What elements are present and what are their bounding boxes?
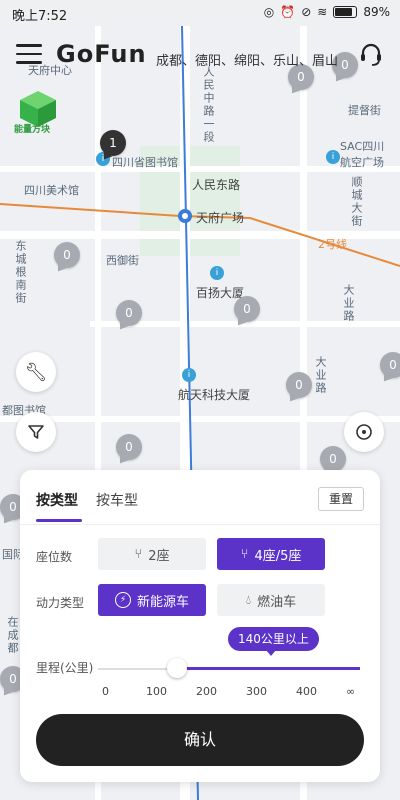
- locate-button[interactable]: [344, 412, 384, 452]
- map-label-vertical: 在成都: [6, 616, 19, 655]
- car-count-pin[interactable]: 0: [234, 296, 260, 322]
- filter-panel: 按类型 按车型 重置 座位数 ⑂ 2座 ⑂ 4座/5座 动力类型 ⚡ 新能源车 …: [20, 470, 380, 782]
- power-option-fuel[interactable]: 💧︎ 燃油车: [217, 584, 325, 616]
- range-tick: 100: [146, 685, 167, 698]
- fuel-drop-icon: 💧︎: [245, 592, 252, 608]
- map-label-vertical: 人民中路一段: [202, 66, 215, 144]
- seat-option-2[interactable]: ⑂ 2座: [98, 538, 206, 570]
- locate-icon: [356, 424, 372, 440]
- car-count-pin[interactable]: 0: [116, 300, 142, 326]
- map-label-vertical: 大业路: [342, 284, 355, 323]
- seat-option-label: 4座/5座: [254, 548, 302, 564]
- map-label-vertical: 大业路: [314, 356, 327, 395]
- status-bar: 晚上7:52 ◎ ⏰ ⊘ ≋ 89%: [0, 0, 400, 26]
- customer-service-icon[interactable]: [358, 42, 384, 68]
- map-label: 四川省图书馆: [112, 156, 178, 169]
- energy-cube-label: 能量方块: [14, 125, 51, 135]
- car-count-pin[interactable]: 0: [320, 446, 346, 472]
- car-count-pin[interactable]: 0: [54, 242, 80, 268]
- map-label: 西御街: [106, 254, 139, 267]
- map-label: 2号线: [318, 238, 347, 251]
- mute-icon: ⊘: [301, 5, 312, 19]
- battery-percent: 89%: [363, 5, 390, 19]
- range-tick: 200: [196, 685, 217, 698]
- car-count-pin[interactable]: 1: [100, 130, 126, 156]
- reset-button[interactable]: 重置: [318, 487, 364, 511]
- tab-by-model[interactable]: 按车型: [96, 490, 138, 510]
- gofun-logo: GoFun: [56, 40, 147, 68]
- map-label-vertical: 东城根南街: [14, 240, 27, 305]
- wifi-icon: ≋: [317, 5, 328, 19]
- range-slider-fill: [180, 667, 360, 670]
- car-count-pin[interactable]: 0: [380, 352, 400, 378]
- filter-button[interactable]: [16, 412, 56, 452]
- power-option-label: 燃油车: [257, 594, 297, 610]
- poi-icon: i: [182, 368, 196, 382]
- map-label: 人民东路: [192, 178, 241, 192]
- active-tab-indicator: [36, 519, 82, 522]
- seat-label: 座位数: [36, 550, 73, 564]
- power-type-label: 动力类型: [36, 596, 85, 610]
- tab-by-type[interactable]: 按类型: [36, 490, 78, 510]
- seat-icon: ⑂: [240, 546, 249, 562]
- menu-icon[interactable]: [16, 44, 42, 64]
- ev-icon: ⚡: [114, 592, 131, 608]
- wrench-icon: 🔧︎: [24, 361, 48, 383]
- map-label: 航天科技大厦: [178, 388, 251, 402]
- range-label: 里程(公里): [36, 661, 94, 675]
- car-count-pin[interactable]: 0: [116, 434, 142, 460]
- seat-icon: ⑂: [134, 546, 143, 562]
- power-option-ev[interactable]: ⚡ 新能源车: [98, 584, 206, 616]
- map-label: 百扬大厦: [196, 286, 245, 300]
- alarm-icon: ⏰: [280, 5, 296, 19]
- range-tick: 0: [102, 685, 109, 698]
- seat-option-4-5[interactable]: ⑂ 4座/5座: [217, 538, 325, 570]
- range-tick: 400: [296, 685, 317, 698]
- seat-option-label: 2座: [148, 548, 170, 564]
- divider: [20, 524, 380, 525]
- poi-icon: i: [210, 266, 224, 280]
- city-list: 成都、德阳、绵阳、乐山、眉山: [156, 54, 339, 69]
- map-label-vertical: 顺城大街: [350, 176, 363, 228]
- range-tick: ∞: [346, 685, 356, 698]
- filter-icon: [28, 425, 44, 439]
- status-time: 晚上7:52: [12, 9, 68, 24]
- power-option-label: 新能源车: [136, 594, 189, 610]
- map-label: 天府广场: [196, 211, 245, 225]
- nfc-icon: ◎: [263, 5, 275, 19]
- range-value-bubble: 140公里以上: [228, 627, 319, 656]
- range-tick: 300: [246, 685, 267, 698]
- car-count-pin[interactable]: 0: [286, 372, 312, 398]
- battery-icon: [333, 6, 358, 18]
- map-label: 四川美术馆: [24, 184, 79, 197]
- confirm-button[interactable]: 确认: [36, 714, 364, 766]
- metro-station-dot: [182, 213, 188, 219]
- status-icons: ◎ ⏰ ⊘ ≋ 89%: [264, 5, 390, 19]
- tools-button[interactable]: 🔧︎: [16, 352, 56, 392]
- map-label: 提督街: [348, 104, 381, 117]
- poi-icon: i: [326, 150, 340, 164]
- range-slider-thumb[interactable]: [167, 658, 187, 678]
- map-label: SAC四川航空广场: [340, 140, 385, 169]
